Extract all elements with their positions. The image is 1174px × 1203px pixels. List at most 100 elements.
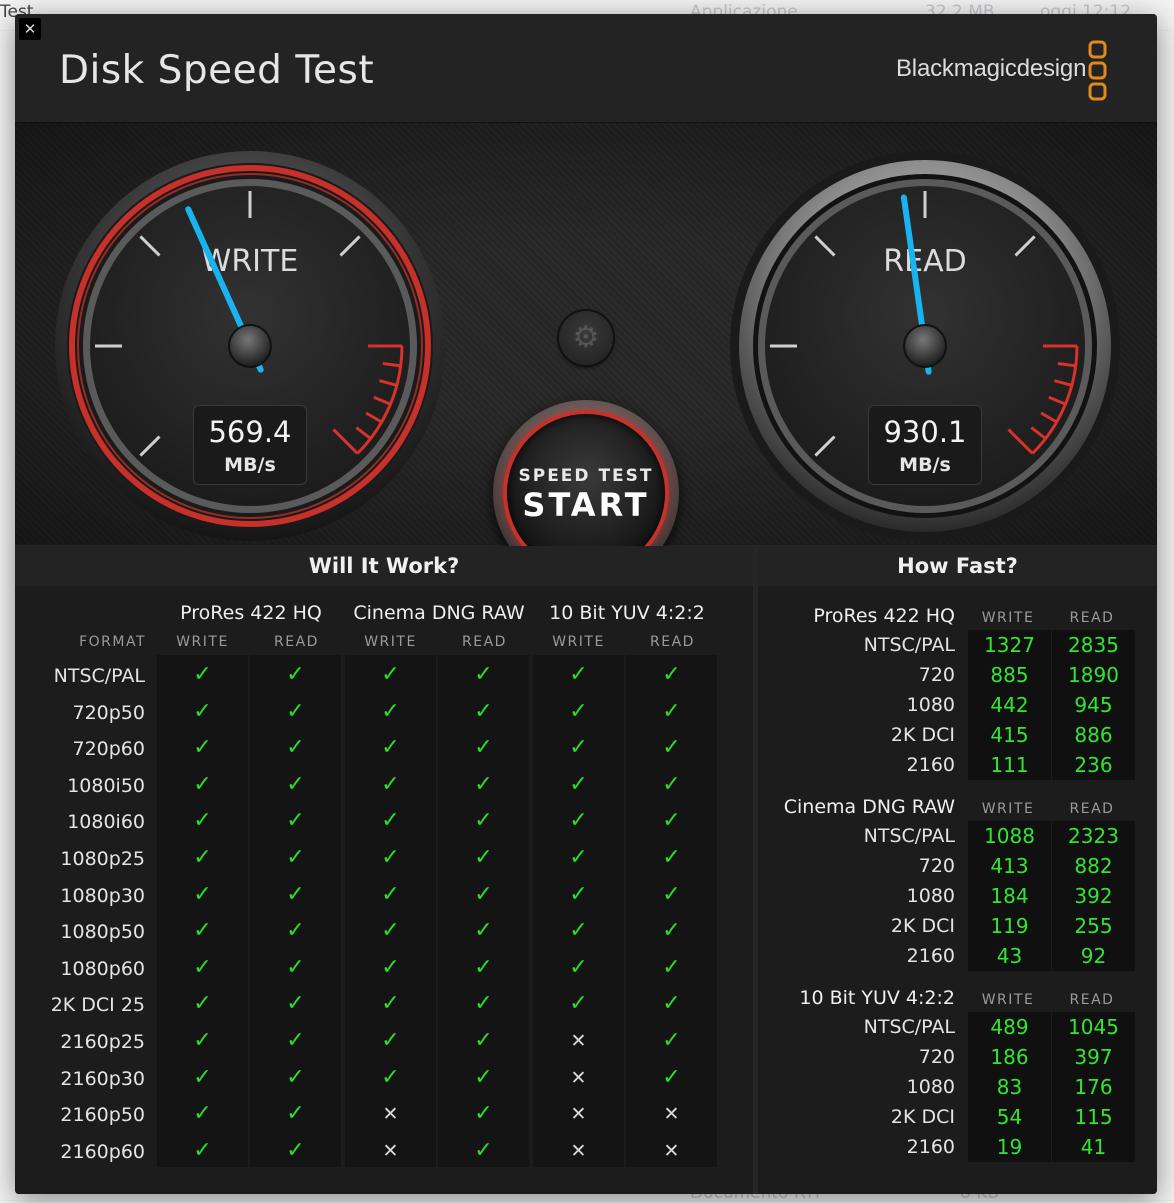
write-column-header: WRITE <box>981 610 1035 626</box>
write-speed-cell: 19 <box>996 1135 1023 1159</box>
check-icon: ✓ <box>381 881 400 907</box>
resolution-label: NTSC/PAL <box>863 1016 955 1038</box>
write-speed-cell: 184 <box>990 884 1029 908</box>
check-icon: ✓ <box>286 991 305 1017</box>
check-icon: ✓ <box>569 881 588 907</box>
format-row-label: 1080p50 <box>60 921 145 944</box>
settings-gear-icon[interactable]: ⚙ <box>559 311 613 365</box>
read-speed-cell: 397 <box>1074 1045 1113 1069</box>
read-column-header: READ <box>1069 992 1115 1008</box>
check-icon: ✓ <box>474 954 493 980</box>
check-icon: ✓ <box>569 808 588 834</box>
check-icon: ✓ <box>381 954 400 980</box>
resolution-label: 1080 <box>906 1076 955 1098</box>
format-row-label: 720p50 <box>72 701 145 724</box>
gauge-area: WRITE 569.4 MB/s READ 930.1 MB/s ⚙ SPEED… <box>15 123 1157 586</box>
check-icon: ✓ <box>286 954 305 980</box>
check-icon: ✓ <box>474 991 493 1017</box>
how-fast-title: How Fast? <box>758 546 1157 586</box>
check-icon: ✓ <box>193 1101 212 1127</box>
start-button-label: START <box>522 486 650 524</box>
format-row-label: 1080i60 <box>67 811 145 834</box>
read-speed-cell: 176 <box>1074 1075 1113 1099</box>
check-icon: ✓ <box>286 1137 305 1163</box>
resolution-label: 1080 <box>906 885 955 907</box>
check-icon: ✓ <box>381 1028 400 1053</box>
write-speed-cell: 885 <box>990 663 1029 687</box>
check-icon: ✓ <box>662 808 681 834</box>
will-it-work-title: Will It Work? <box>15 546 753 586</box>
check-icon: ✓ <box>193 662 212 687</box>
format-group-header: 10 Bit YUV 4:2:2 <box>549 602 705 624</box>
cross-icon: ✕ <box>570 1030 587 1052</box>
read-speed-cell: 41 <box>1080 1135 1107 1159</box>
check-icon: ✓ <box>193 845 212 870</box>
check-icon: ✓ <box>286 845 305 870</box>
resolution-label: 2K DCI <box>890 1106 955 1128</box>
format-row-label: 2160p30 <box>60 1067 145 1090</box>
format-row-label: 720p60 <box>72 738 145 761</box>
cross-icon: ✕ <box>570 1103 587 1126</box>
check-icon: ✓ <box>381 662 400 687</box>
blackmagic-logo-icon <box>1088 40 1107 101</box>
check-icon: ✓ <box>381 771 400 797</box>
read-speed-cell: 886 <box>1074 723 1113 747</box>
write-speed-cell: 1088 <box>984 824 1035 848</box>
read-speed-cell: 1890 <box>1068 663 1119 687</box>
format-row-label: 1080p25 <box>60 848 145 870</box>
check-icon: ✓ <box>474 918 493 944</box>
check-icon: ✓ <box>286 1028 305 1053</box>
check-icon: ✓ <box>286 698 305 724</box>
format-group-header: Cinema DNG RAW <box>353 602 525 624</box>
check-icon: ✓ <box>662 918 681 944</box>
format-group-header: ProRes 422 HQ <box>180 602 322 624</box>
check-icon: ✓ <box>286 771 305 797</box>
write-column-header: WRITE <box>552 634 605 650</box>
close-icon[interactable]: ✕ <box>19 18 41 40</box>
check-icon: ✓ <box>569 771 588 797</box>
read-speed-cell: 92 <box>1080 944 1107 968</box>
resolution-label: NTSC/PAL <box>863 825 955 847</box>
resolution-label: 2K DCI <box>890 915 955 937</box>
check-icon: ✓ <box>474 881 493 907</box>
cross-icon: ✕ <box>663 1139 680 1162</box>
check-icon: ✓ <box>381 918 400 944</box>
read-speed-cell: 2835 <box>1068 633 1119 657</box>
format-row-label: 2160p50 <box>60 1104 145 1127</box>
speed-group-header: 10 Bit YUV 4:2:2 <box>799 987 955 1009</box>
check-icon: ✓ <box>193 735 212 761</box>
check-icon: ✓ <box>662 954 681 980</box>
check-icon: ✓ <box>286 808 305 834</box>
write-speed-cell: 442 <box>990 693 1029 717</box>
speed-group-header: Cinema DNG RAW <box>783 796 955 818</box>
write-column-header: WRITE <box>981 801 1035 817</box>
write-speed-cell: 489 <box>990 1015 1029 1039</box>
check-icon: ✓ <box>474 662 493 687</box>
disk-speed-test-window: ✕ Disk Speed Test Blackmagicdesign WRITE… <box>15 14 1157 1194</box>
write-speed-cell: 43 <box>996 944 1023 968</box>
read-column-header: READ <box>462 634 507 650</box>
check-icon: ✓ <box>193 991 212 1017</box>
check-icon: ✓ <box>474 771 493 797</box>
write-speed-value: 569.4 <box>208 415 292 449</box>
write-column-header: WRITE <box>981 992 1035 1008</box>
speed-group-header: ProRes 422 HQ <box>813 605 955 627</box>
read-speed-readout: 930.1 MB/s <box>868 405 982 485</box>
check-icon: ✓ <box>193 954 212 980</box>
format-row-label: 1080p60 <box>60 957 145 980</box>
format-row-label: 2160p25 <box>60 1031 145 1053</box>
check-icon: ✓ <box>474 1028 493 1053</box>
read-speed-value: 930.1 <box>883 415 967 449</box>
start-button-caption: SPEED TEST <box>518 466 654 486</box>
check-icon: ✓ <box>381 808 400 834</box>
read-speed-unit: MB/s <box>899 454 951 476</box>
check-icon: ✓ <box>193 771 212 797</box>
cross-icon: ✕ <box>663 1103 680 1126</box>
read-speed-cell: 1045 <box>1068 1015 1119 1039</box>
check-icon: ✓ <box>286 735 305 761</box>
check-icon: ✓ <box>569 954 588 980</box>
check-icon: ✓ <box>569 845 588 870</box>
format-row-label: 2K DCI 25 <box>50 994 145 1017</box>
read-speed-cell: 945 <box>1074 693 1113 717</box>
write-speed-cell: 186 <box>990 1045 1029 1069</box>
